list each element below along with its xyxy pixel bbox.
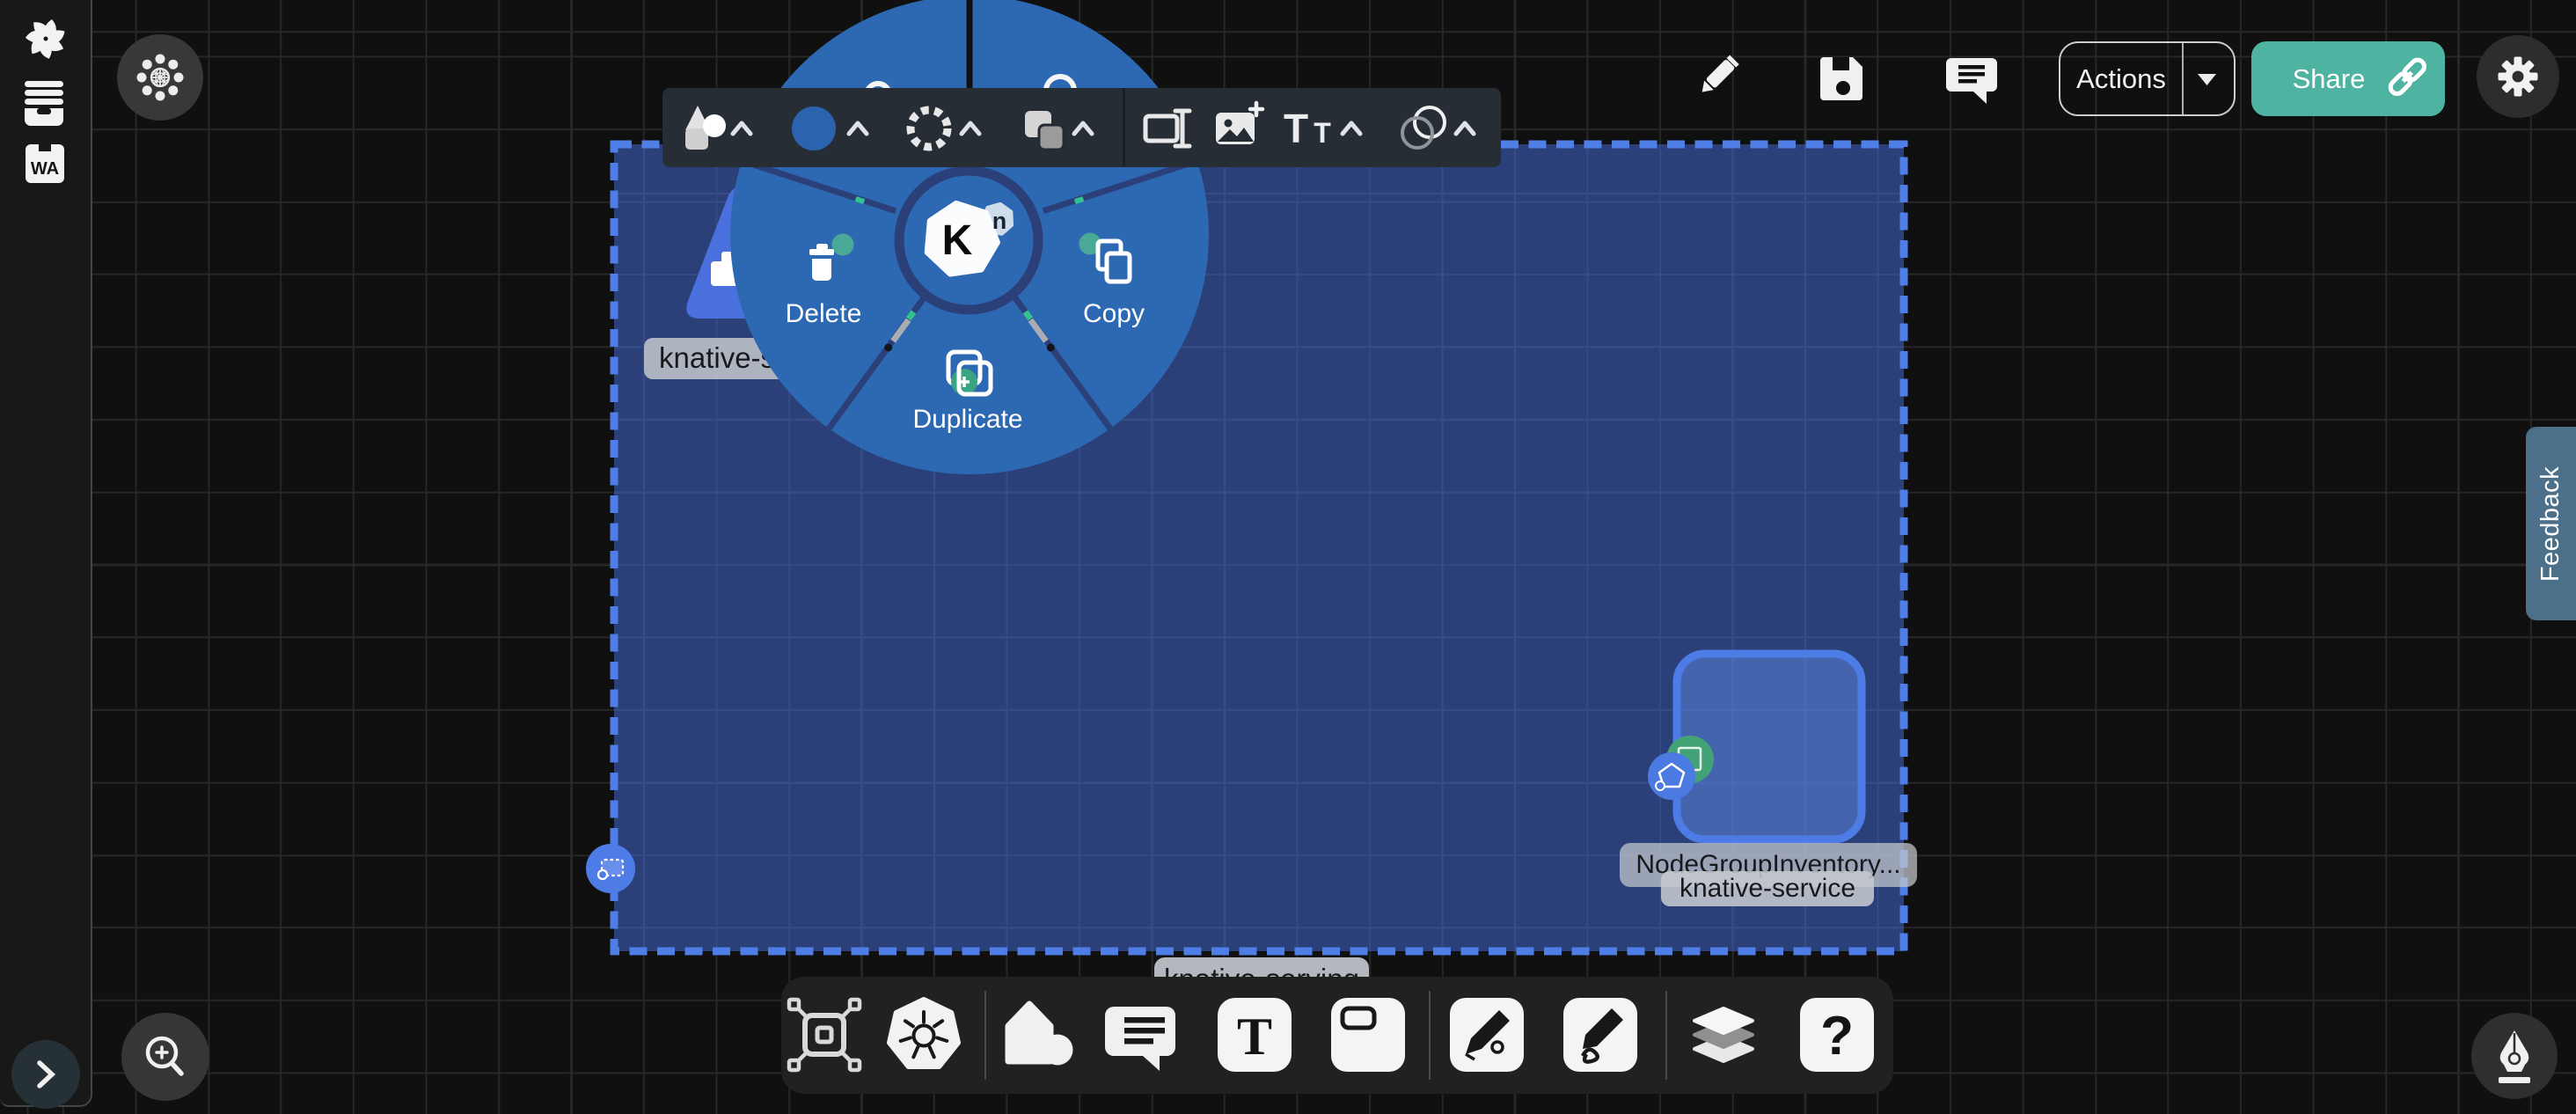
svg-text:T: T — [1314, 117, 1331, 149]
svg-text:WA: WA — [31, 159, 59, 179]
svg-text:T: T — [1284, 106, 1308, 151]
svg-text:?: ? — [1820, 1006, 1854, 1066]
svg-text:T: T — [1237, 1008, 1272, 1066]
